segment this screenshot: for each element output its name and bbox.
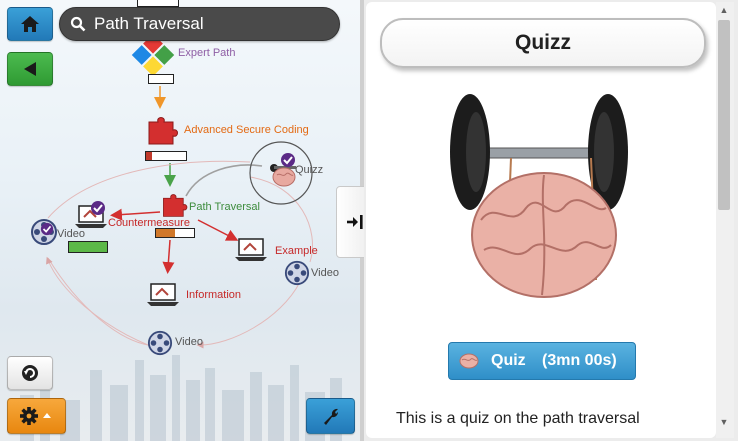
dumbbell-brain-image <box>450 94 628 298</box>
tools-button[interactable] <box>306 398 355 434</box>
scroll-down-arrow[interactable]: ▼ <box>718 416 730 428</box>
learning-map-pane: Expert Path Advanced Secure Coding Quizz… <box>0 0 360 441</box>
caret-up-icon <box>42 413 51 418</box>
checkmark-badge-icon <box>91 201 105 215</box>
search-bar[interactable]: Path Traversal <box>59 7 340 41</box>
progress-path-traversal <box>155 228 195 238</box>
node-label-expert-path[interactable]: Expert Path <box>178 47 235 59</box>
wrench-icon <box>323 408 338 425</box>
gear-icon <box>19 407 51 425</box>
start-quiz-button[interactable]: Quiz (3mn 00s) <box>448 342 636 380</box>
progress-expert-path <box>148 74 174 84</box>
home-button[interactable] <box>7 7 53 41</box>
home-icon <box>21 16 39 32</box>
scrollbar-thumb[interactable] <box>718 20 730 210</box>
node-label-countermeasure[interactable]: Countermeasure <box>108 217 190 229</box>
checkmark-badge-icon <box>40 222 54 236</box>
refresh-button[interactable] <box>7 356 53 390</box>
settings-button[interactable] <box>7 398 66 434</box>
puzzle-piece-icon[interactable] <box>160 190 190 218</box>
node-label-information[interactable]: Information <box>186 289 241 301</box>
progress-video-left <box>68 241 108 253</box>
laptop-icon[interactable] <box>234 236 270 264</box>
back-button[interactable] <box>7 52 53 86</box>
collapse-panel-icon <box>347 215 363 229</box>
node-label-advanced-secure-coding[interactable]: Advanced Secure Coding <box>184 124 309 136</box>
node-label-path-traversal[interactable]: Path Traversal <box>189 201 260 213</box>
search-query[interactable]: Path Traversal <box>94 14 204 34</box>
brain-icon <box>459 353 479 369</box>
puzzle-piece-icon[interactable] <box>145 112 181 146</box>
node-label-example[interactable]: Example <box>275 245 318 257</box>
scroll-up-arrow[interactable]: ▲ <box>718 4 730 16</box>
laptop-icon[interactable] <box>146 281 182 309</box>
node-label-video-bottom[interactable]: Video <box>175 336 203 348</box>
panel-title: Quizz <box>380 18 706 68</box>
progress-advanced-secure-coding <box>145 151 187 161</box>
film-reel-icon[interactable] <box>147 330 173 356</box>
refresh-icon <box>22 365 38 381</box>
node-label-video-right[interactable]: Video <box>311 267 339 279</box>
detail-panel: Quizz Quiz (3mn 00s) This is a quiz on t… <box>364 0 738 441</box>
checkmark-badge-icon <box>281 153 295 167</box>
quiz-description: This is a quiz on the path traversal <box>396 410 640 427</box>
back-arrow-icon <box>24 62 36 76</box>
film-reel-icon[interactable] <box>284 260 310 286</box>
search-icon <box>70 16 86 32</box>
quiz-duration: (3mn 00s) <box>542 352 617 369</box>
node-label-video-left[interactable]: Video <box>57 228 85 240</box>
progress-top-cut <box>137 0 179 7</box>
detail-panel-content: Quizz Quiz (3mn 00s) This is a quiz on t… <box>366 2 716 438</box>
quiz-button-label: Quiz <box>491 352 526 369</box>
node-label-quizz[interactable]: Quizz <box>295 164 323 176</box>
